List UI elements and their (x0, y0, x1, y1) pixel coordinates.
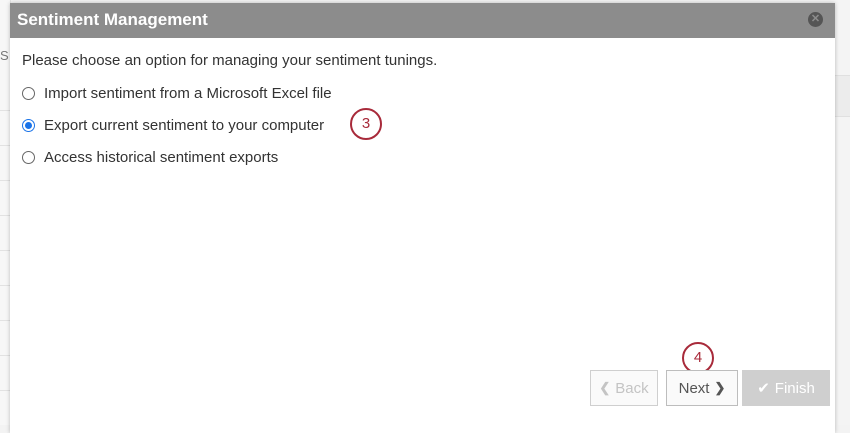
background-row-line (0, 320, 10, 321)
close-icon[interactable]: ✕ (808, 12, 823, 27)
back-label: Back (615, 379, 649, 397)
option-export-label: Export current sentiment to your compute… (44, 117, 325, 134)
next-label: Next (678, 379, 710, 397)
background-row-line (0, 145, 10, 146)
background-row-line (0, 180, 10, 181)
radio-import-excel[interactable] (22, 87, 35, 100)
finish-button[interactable]: ✔ Finish (742, 370, 830, 406)
back-button[interactable]: ❮ Back (590, 370, 658, 406)
check-icon: ✔ (757, 380, 770, 397)
background-row-line (0, 355, 10, 356)
option-historical-label: Access historical sentiment exports (44, 149, 279, 166)
dialog-prompt: Please choose an option for managing you… (22, 52, 438, 69)
chevron-left-icon: ❮ (599, 380, 611, 395)
radio-export-computer[interactable] (22, 119, 35, 132)
chevron-right-icon: ❯ (714, 380, 726, 395)
background-row-line (0, 110, 10, 111)
option-import-label: Import sentiment from a Microsoft Excel … (44, 85, 332, 102)
option-import-excel[interactable]: Import sentiment from a Microsoft Excel … (22, 85, 332, 102)
option-historical-exports[interactable]: Access historical sentiment exports (22, 149, 278, 166)
next-button[interactable]: Next ❯ (666, 370, 738, 406)
background-row-line (0, 215, 10, 216)
dialog-header: Sentiment Management ✕ (10, 3, 835, 38)
background-row-line (0, 285, 10, 286)
dialog-title: Sentiment Management (17, 10, 208, 29)
sentiment-management-dialog: Sentiment Management ✕ Please choose an … (10, 3, 835, 433)
background-row-line (0, 250, 10, 251)
background-right-strip (834, 75, 850, 117)
step-badge-3: 3 (350, 108, 382, 140)
finish-label: Finish (774, 379, 815, 397)
option-export-computer[interactable]: Export current sentiment to your compute… (22, 117, 324, 134)
background-left-text: S (0, 48, 9, 63)
radio-historical-exports[interactable] (22, 151, 35, 164)
background-row-line (0, 390, 10, 391)
